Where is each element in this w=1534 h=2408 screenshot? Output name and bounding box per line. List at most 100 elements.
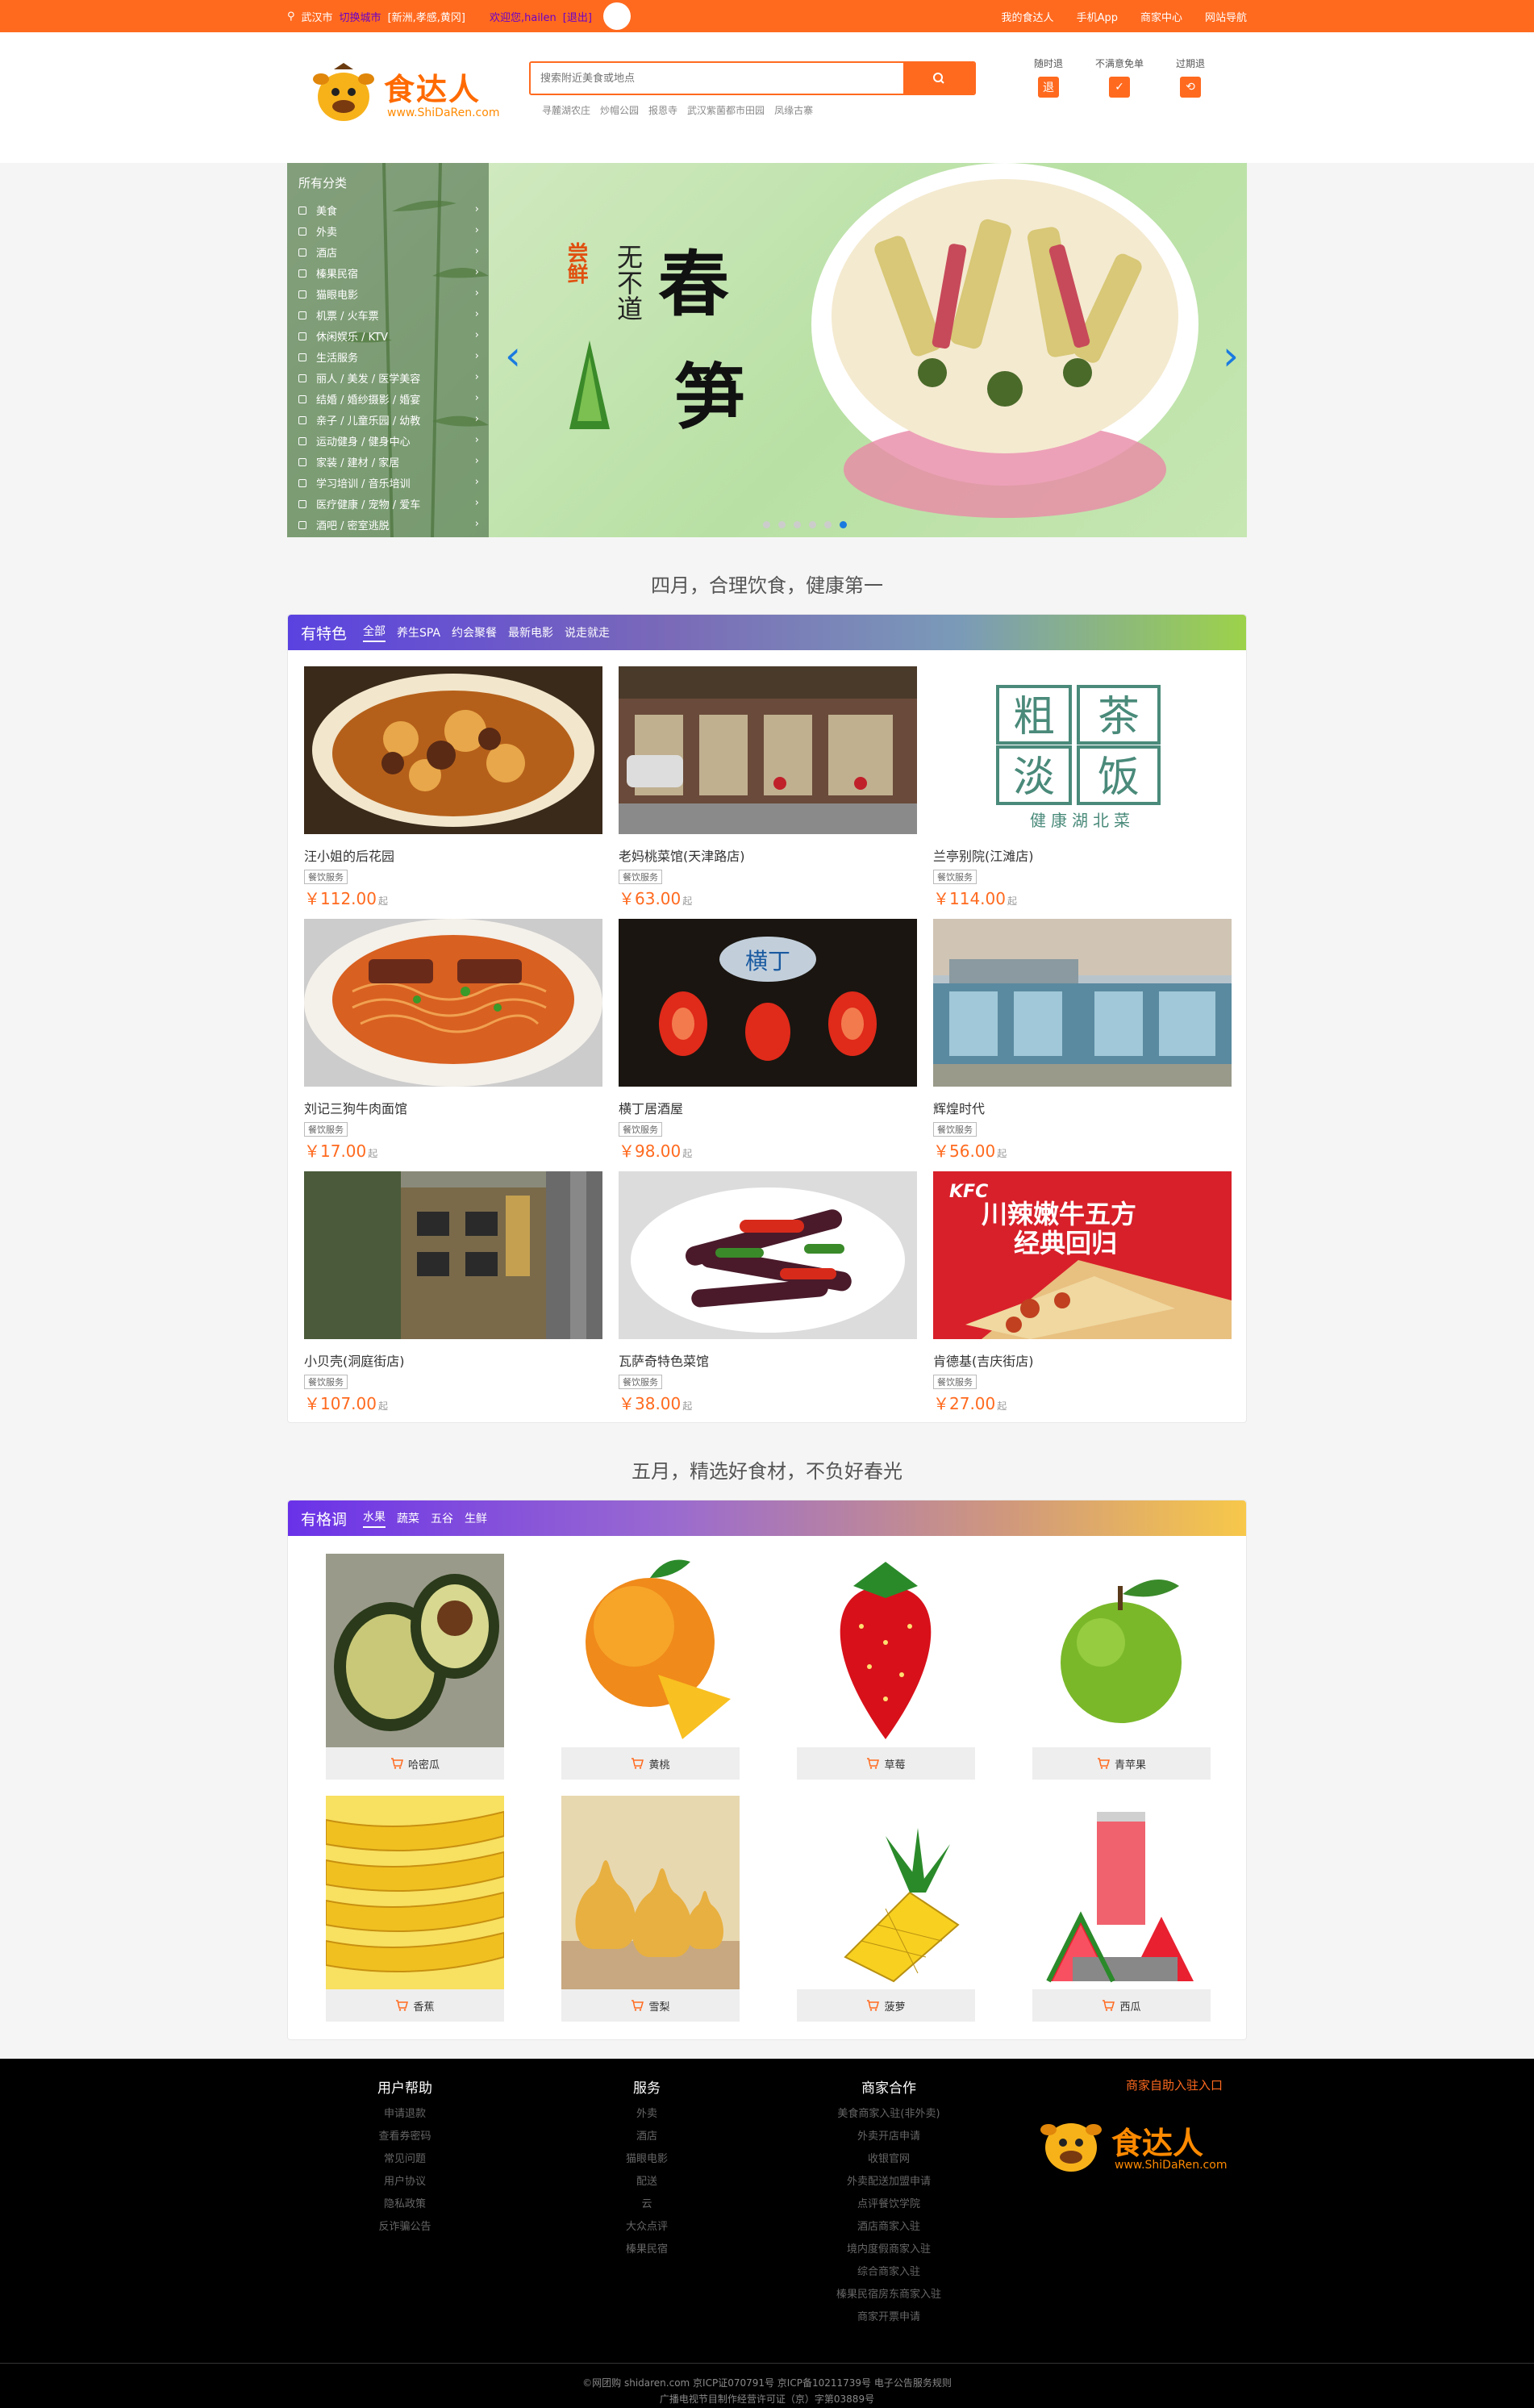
add-to-cart-button[interactable]: 西瓜: [1032, 1989, 1211, 2022]
merchant-image[interactable]: KFC 川辣嫩牛五方 经典回归: [933, 1171, 1232, 1339]
logout-link[interactable]: [退出]: [563, 9, 592, 24]
add-to-cart-button[interactable]: 菠萝: [797, 1989, 975, 2022]
merchant-image[interactable]: [619, 666, 917, 834]
product-card[interactable]: 雪梨: [561, 1796, 740, 2022]
product-card[interactable]: 黄桃: [561, 1554, 740, 1780]
merchant-name[interactable]: 肯德基(吉庆街店): [933, 1350, 1232, 1370]
category-item[interactable]: 酒吧 / 密室逃脱 ›: [298, 514, 489, 535]
guarantee-free-if-unsatisfied[interactable]: 不满意免单 ✓: [1095, 56, 1144, 98]
product-image[interactable]: [326, 1796, 504, 1989]
footer-link[interactable]: 外卖开店申请: [808, 2126, 969, 2148]
footer-link[interactable]: 猫眼电影: [566, 2148, 727, 2171]
product-card[interactable]: 哈密瓜: [326, 1554, 504, 1780]
category-item[interactable]: 休闲娱乐 / KTV ›: [298, 325, 489, 346]
category-item[interactable]: 丽人 / 美发 / 医学美容 ›: [298, 367, 489, 388]
footer-link[interactable]: 外卖配送加盟申请: [808, 2171, 969, 2193]
avatar[interactable]: 🐵: [602, 2, 631, 30]
category-item[interactable]: 美食 ›: [298, 199, 489, 220]
product-image[interactable]: [797, 1796, 975, 1989]
category-item[interactable]: 家装 / 建材 / 家居 ›: [298, 451, 489, 472]
hot-search-item[interactable]: 武汉紫菌都市田园: [687, 103, 765, 117]
category-item[interactable]: 医疗健康 / 宠物 / 爱车 ›: [298, 493, 489, 514]
hot-search-item[interactable]: 炒帽公园: [600, 103, 639, 117]
category-item[interactable]: 结婚 / 婚纱摄影 / 婚宴 ›: [298, 388, 489, 409]
add-to-cart-button[interactable]: 香蕉: [326, 1989, 504, 2022]
mobile-app-link[interactable]: 手机App: [1077, 9, 1118, 24]
merchant-image[interactable]: [304, 666, 602, 834]
merchant-image[interactable]: 粗茶淡饭健康湖北菜: [933, 666, 1232, 834]
merchant-card[interactable]: 老妈桃菜馆(天津路店) 餐饮服务 ￥63.00 起: [619, 666, 917, 909]
add-to-cart-button[interactable]: 哈密瓜: [326, 1747, 504, 1780]
merchant-card[interactable]: 辉煌时代 餐饮服务 ￥56.00 起: [933, 919, 1232, 1162]
footer-link[interactable]: 榛果民宿: [566, 2239, 727, 2261]
merchant-card[interactable]: KFC 川辣嫩牛五方 经典回归 肯德基(吉庆街店) 餐饮服务 ￥27.00 起: [933, 1171, 1232, 1414]
product-image[interactable]: [561, 1796, 740, 1989]
product-card[interactable]: 西瓜: [1032, 1796, 1211, 2022]
search-button[interactable]: [903, 63, 974, 94]
guarantee-expired-refund[interactable]: 过期退 ⟲: [1166, 56, 1215, 98]
merchant-name[interactable]: 辉煌时代: [933, 1098, 1232, 1117]
merchant-name[interactable]: 刘记三狗牛肉面馆: [304, 1098, 602, 1117]
merchant-center-link[interactable]: 商家中心: [1140, 9, 1182, 24]
prev-slide-arrow[interactable]: ‹: [505, 332, 521, 379]
category-item[interactable]: 猫眼电影 ›: [298, 283, 489, 304]
slide-dot[interactable]: [778, 521, 786, 528]
footer-link[interactable]: 境内度假商家入驻: [808, 2239, 969, 2261]
tab-vegetables[interactable]: 蔬菜: [397, 1510, 419, 1526]
footer-link[interactable]: 点评餐饮学院: [808, 2193, 969, 2216]
hot-search-item[interactable]: 寻麓湖农庄: [542, 103, 590, 117]
category-item[interactable]: 学习培训 / 音乐培训 ›: [298, 472, 489, 493]
footer-link[interactable]: 酒店: [566, 2126, 727, 2148]
product-image[interactable]: [797, 1554, 975, 1747]
footer-link[interactable]: 美食商家入驻(非外卖): [808, 2103, 969, 2126]
hot-search-item[interactable]: 报恩寺: [648, 103, 677, 117]
merchant-name[interactable]: 兰亭别院(江滩店): [933, 845, 1232, 865]
product-card[interactable]: 青苹果: [1032, 1554, 1211, 1780]
category-item[interactable]: 亲子 / 儿童乐园 / 幼教 ›: [298, 409, 489, 430]
merchant-card[interactable]: 小贝壳(洞庭街店) 餐饮服务 ￥107.00 起: [304, 1171, 602, 1414]
footer-link[interactable]: 常见问题: [324, 2148, 486, 2171]
site-logo[interactable]: 食达人 www.ShiDaRen.com: [310, 55, 499, 136]
category-item[interactable]: 酒店 ›: [298, 241, 489, 262]
product-image[interactable]: [561, 1554, 740, 1747]
footer-link[interactable]: 外卖: [566, 2103, 727, 2126]
merchant-image[interactable]: [619, 1171, 917, 1339]
slide-dot[interactable]: [809, 521, 816, 528]
switch-city-link[interactable]: 切换城市: [340, 9, 381, 24]
footer-link[interactable]: 商家开票申请: [808, 2306, 969, 2329]
product-card[interactable]: 菠萝: [797, 1796, 975, 2022]
footer-link[interactable]: 榛果民宿房东商家入驻: [808, 2284, 969, 2306]
product-card[interactable]: 香蕉: [326, 1796, 504, 2022]
footer-link[interactable]: 云: [566, 2193, 727, 2216]
footer-link[interactable]: 隐私政策: [324, 2193, 486, 2216]
guarantee-refund-anytime[interactable]: 随时退退: [1024, 56, 1073, 98]
site-nav-link[interactable]: 网站导航: [1205, 9, 1247, 24]
tab-dating[interactable]: 约会聚餐: [452, 624, 497, 641]
merchant-card[interactable]: 瓦萨奇特色菜馆 餐饮服务 ￥38.00 起: [619, 1171, 917, 1414]
merchant-image[interactable]: [304, 919, 602, 1087]
add-to-cart-button[interactable]: 草莓: [797, 1747, 975, 1780]
tab-grains[interactable]: 五谷: [431, 1510, 453, 1526]
next-slide-arrow[interactable]: ›: [1223, 332, 1239, 379]
product-image[interactable]: [1032, 1554, 1211, 1747]
tab-spa[interactable]: 养生SPA: [397, 624, 440, 641]
slide-dot[interactable]: [840, 521, 847, 528]
merchant-card[interactable]: 刘记三狗牛肉面馆 餐饮服务 ￥17.00 起: [304, 919, 602, 1162]
footer-link[interactable]: 酒店商家入驻: [808, 2216, 969, 2239]
merchant-name[interactable]: 小贝壳(洞庭街店): [304, 1350, 602, 1370]
add-to-cart-button[interactable]: 黄桃: [561, 1747, 740, 1780]
merchant-name[interactable]: 瓦萨奇特色菜馆: [619, 1350, 917, 1370]
merchant-join-link[interactable]: 商家自助入驻入口: [1094, 2076, 1255, 2093]
merchant-image[interactable]: [304, 1171, 602, 1339]
product-card[interactable]: 草莓: [797, 1554, 975, 1780]
tab-all[interactable]: 全部: [363, 623, 386, 642]
product-image[interactable]: [326, 1554, 504, 1747]
merchant-image[interactable]: [933, 919, 1232, 1087]
add-to-cart-button[interactable]: 青苹果: [1032, 1747, 1211, 1780]
tab-travel[interactable]: 说走就走: [565, 624, 610, 641]
footer-link[interactable]: 用户协议: [324, 2171, 486, 2193]
slide-dot[interactable]: [794, 521, 801, 528]
slide-dot[interactable]: [824, 521, 832, 528]
footer-link[interactable]: 反诈骗公告: [324, 2216, 486, 2239]
category-item[interactable]: 生活服务 ›: [298, 346, 489, 367]
